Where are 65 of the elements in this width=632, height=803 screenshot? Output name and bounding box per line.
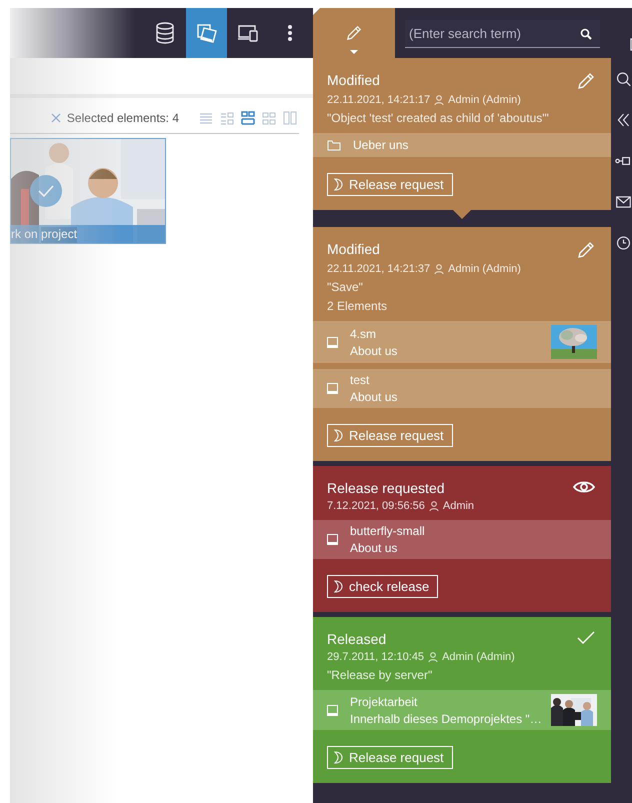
check-icon xyxy=(577,631,595,645)
search-icon[interactable] xyxy=(580,28,592,40)
timestamp: 22.11.2021, 14:21:37 xyxy=(327,263,430,275)
chevron-icon xyxy=(334,429,343,442)
selection-count: Selected elements: 4 xyxy=(66,111,179,125)
action-button[interactable]: Release request xyxy=(327,746,453,769)
chevron-icon xyxy=(334,580,343,593)
asset-tile[interactable]: rk on project xyxy=(10,138,166,244)
element-row[interactable]: butterfly-small About us xyxy=(313,520,611,559)
card-title: Release requested xyxy=(327,480,445,496)
comment: "Object 'test' created as child of 'aboutus'" xyxy=(326,110,550,125)
user-name: Admin xyxy=(442,500,474,512)
database-icon xyxy=(155,22,175,44)
action-button[interactable]: Release request xyxy=(327,424,453,447)
pencil-icon xyxy=(577,72,595,90)
comment: "Release by server" xyxy=(326,667,434,682)
element-parent: Innerhalb dieses Demoprojektes "… xyxy=(350,712,539,726)
pencil-icon xyxy=(577,241,595,259)
close-icon[interactable] xyxy=(50,113,61,123)
user-name: Admin (Admin) xyxy=(442,651,515,663)
element-row[interactable]: Ueber uns xyxy=(313,133,611,157)
element-parent: About us xyxy=(350,390,398,404)
check-badge-icon[interactable] xyxy=(30,175,62,207)
folder-icon xyxy=(327,140,341,150)
eye-icon xyxy=(573,480,595,494)
page-icon xyxy=(327,704,338,716)
card-title: Released xyxy=(327,631,386,647)
page-icon xyxy=(327,383,338,394)
timestamp: 7.12.2021, 09:56:56 xyxy=(327,500,425,512)
chevron-icon xyxy=(334,178,343,191)
timestamp: 29.7.2011, 12:10:45 xyxy=(327,651,424,663)
element-name: Projektarbeit xyxy=(350,694,418,708)
view-mode-icon[interactable] xyxy=(241,111,255,125)
element-parent: About us xyxy=(350,541,398,555)
element-row[interactable]: test About us xyxy=(313,369,611,408)
user-name: Admin (Admin) xyxy=(448,94,521,106)
element-name: test xyxy=(350,373,370,387)
comment: "Save" xyxy=(326,279,364,294)
element-row[interactable]: Projektarbeit Innerhalb dieses Demoprojektes "… xyxy=(313,690,611,730)
search-field[interactable]: (Enter search term) xyxy=(405,20,600,48)
page-icon xyxy=(327,336,338,348)
chevron-icon xyxy=(334,751,343,764)
timestamp: 22.11.2021, 14:21:17 xyxy=(327,94,430,106)
history-tab[interactable] xyxy=(313,8,395,58)
element-name: Ueber uns xyxy=(353,138,410,152)
page-icon xyxy=(327,534,338,545)
card-title: Modified xyxy=(327,72,380,88)
user-icon xyxy=(434,95,444,105)
user-icon xyxy=(428,652,438,662)
action-button[interactable]: Release request xyxy=(327,173,453,196)
element-name: butterfly-small xyxy=(350,524,426,538)
more-icon xyxy=(287,24,293,42)
user-name: Admin (Admin) xyxy=(448,263,521,275)
action-button[interactable]: check release xyxy=(327,575,438,598)
photos-icon xyxy=(196,23,218,43)
element-parent: About us xyxy=(350,344,398,358)
element-name: 4.sm xyxy=(350,326,378,340)
devices-icon xyxy=(237,24,259,42)
user-icon xyxy=(428,501,439,511)
element-row[interactable]: 4.sm About us xyxy=(313,321,611,363)
tile-caption: rk on project xyxy=(11,225,165,243)
card-title: Modified xyxy=(327,241,380,257)
user-icon xyxy=(434,264,444,274)
element-count: 2 Elements xyxy=(326,298,388,313)
pencil-icon xyxy=(346,25,362,41)
